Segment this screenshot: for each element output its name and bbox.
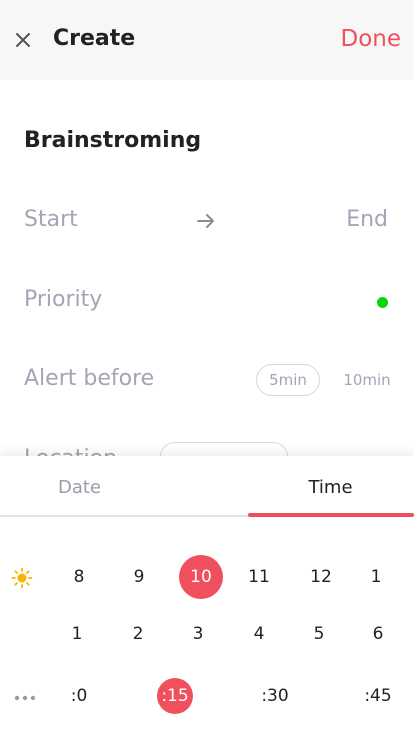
minute-45[interactable]: :45 — [356, 674, 400, 718]
more-icon — [13, 686, 37, 710]
hour-am-10[interactable]: 10 — [179, 555, 223, 599]
alert-option-10min[interactable]: 10min — [336, 364, 398, 396]
location-option[interactable] — [160, 442, 288, 456]
moon-icon — [10, 622, 34, 646]
hour-am-11[interactable]: 11 — [237, 555, 281, 599]
priority-indicator[interactable] — [377, 297, 388, 308]
hour-pm-3[interactable]: 3 — [176, 612, 220, 656]
hour-pm-4[interactable]: 4 — [237, 612, 281, 656]
priority-label: Priority — [24, 287, 103, 312]
end-field[interactable]: End — [346, 203, 388, 237]
hour-am-8[interactable]: 8 — [57, 555, 101, 599]
hour-pm-6[interactable]: 6 — [356, 612, 400, 656]
hour-pm-5[interactable]: 5 — [297, 612, 341, 656]
top-bar: Create Done — [0, 0, 414, 80]
start-field[interactable]: Start — [24, 203, 78, 237]
hour-pm-1-top[interactable]: 1 — [354, 555, 398, 599]
hour-am-12[interactable]: 12 — [299, 555, 343, 599]
hour-pm-1[interactable]: 1 — [55, 612, 99, 656]
minute-15[interactable]: :15 — [157, 678, 193, 714]
sun-icon — [10, 566, 34, 590]
time-picker-sheet: Date Time 8 9 10 11 12 1 1 2 3 4 5 6 :0 — [0, 456, 414, 736]
tab-time[interactable]: Time — [227, 474, 414, 502]
tab-date[interactable]: Date — [0, 474, 183, 502]
location-row: Location — [0, 440, 414, 456]
location-label: Location — [24, 442, 117, 456]
minute-0[interactable]: :0 — [57, 674, 101, 718]
minute-30[interactable]: :30 — [253, 674, 297, 718]
active-tab-indicator — [248, 513, 414, 517]
page-title: Create — [53, 26, 136, 51]
done-button[interactable]: Done — [340, 21, 401, 57]
arrow-right-icon — [197, 214, 214, 228]
location-option[interactable] — [308, 442, 408, 456]
close-button[interactable] — [12, 29, 34, 51]
hour-am-9[interactable]: 9 — [117, 555, 161, 599]
close-icon — [16, 33, 30, 47]
hour-pm-2[interactable]: 2 — [116, 612, 160, 656]
event-title[interactable]: Brainstroming — [24, 124, 201, 158]
alert-option-5min[interactable]: 5min — [256, 364, 320, 396]
alert-label: Alert before — [24, 366, 155, 391]
